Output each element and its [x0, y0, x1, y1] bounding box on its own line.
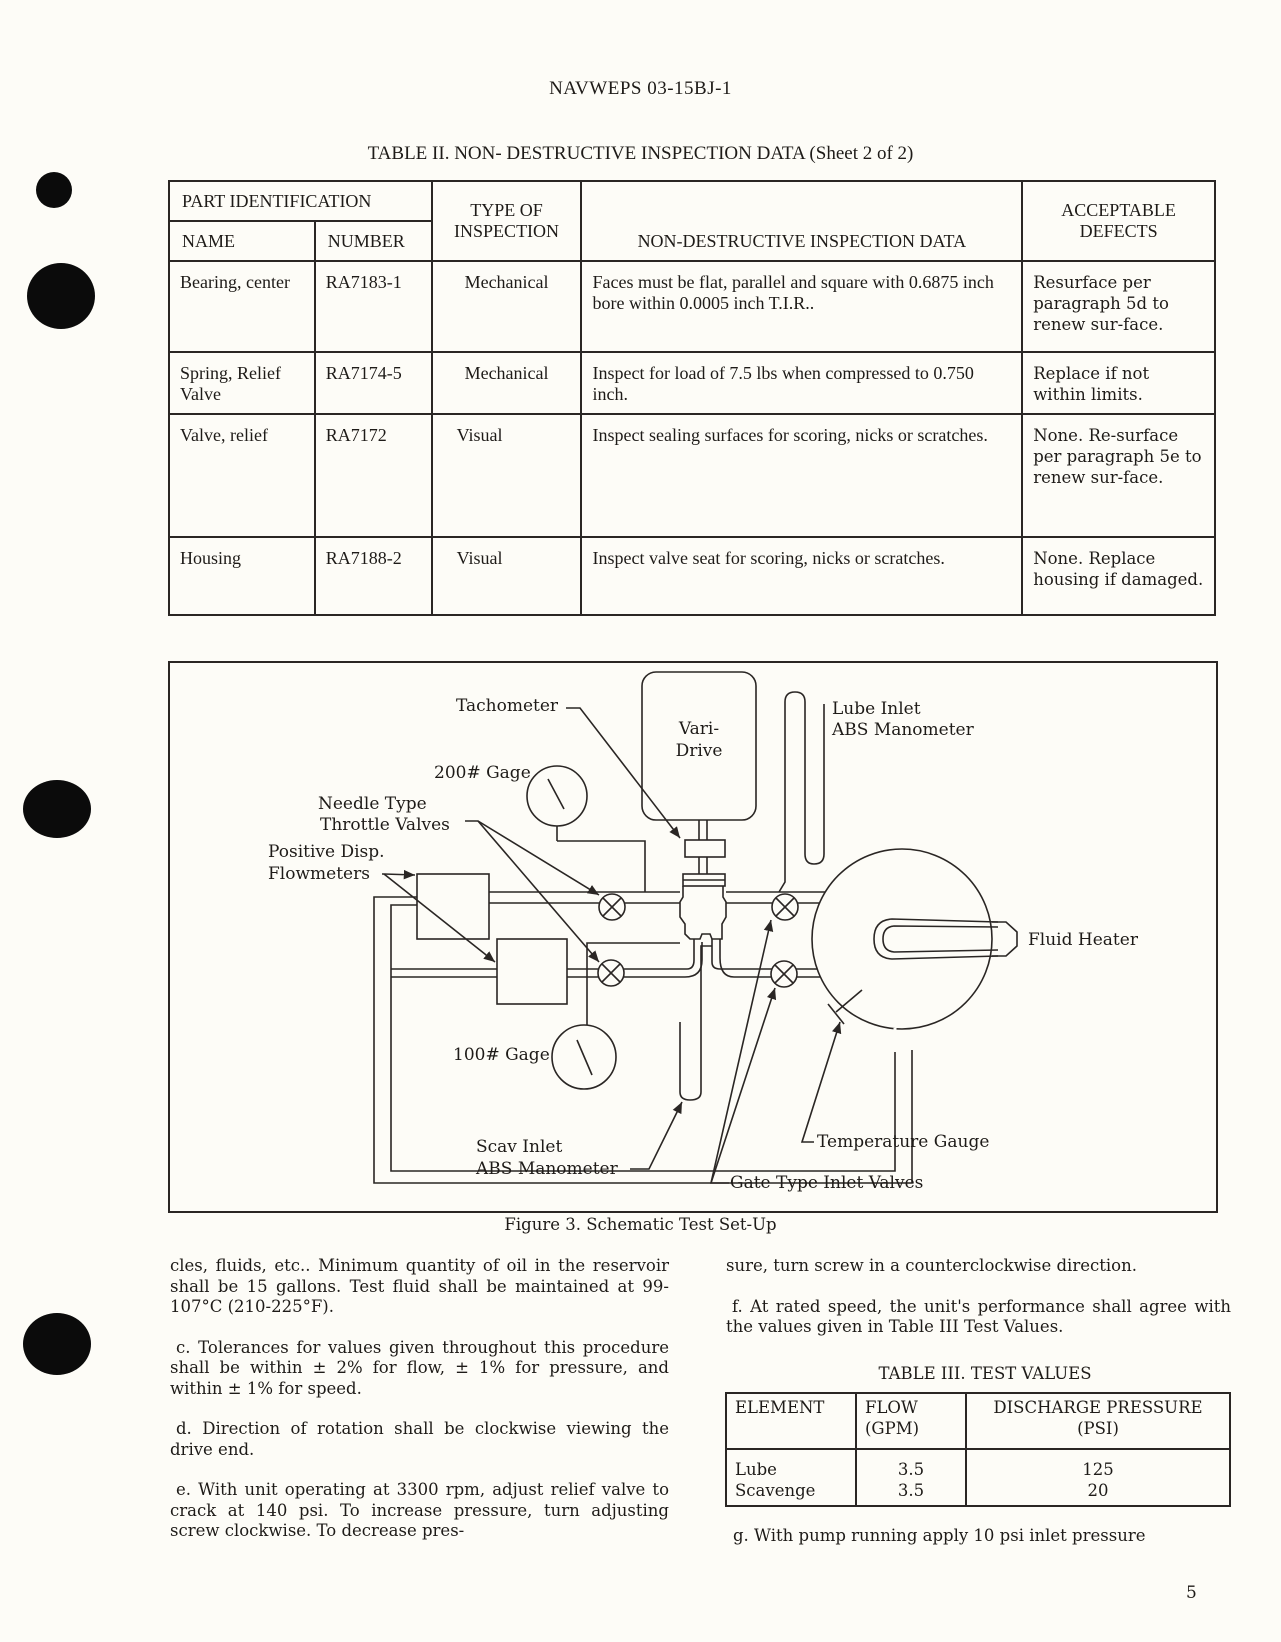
- paragraph-e: e. With unit operating at 3300 rpm, adju…: [170, 1480, 669, 1540]
- inspection-data: Faces must be flat, parallel and square …: [580, 260, 1024, 353]
- flow: 3.5: [855, 1449, 967, 1481]
- label-lube-inlet-1: Lube Inlet: [832, 699, 921, 719]
- header-name: NAME: [168, 220, 316, 262]
- label-flowmeters-1: Positive Disp.: [268, 842, 385, 862]
- leader-flowmeter-upper: [382, 869, 416, 880]
- flow: 3.5: [855, 1480, 967, 1507]
- table-row: Lube 3.5 125: [725, 1449, 1231, 1481]
- element: Lube: [725, 1449, 857, 1481]
- header-acceptable-defects: ACCEPTABLE DEFECTS: [1021, 180, 1216, 262]
- inspection-type: Visual: [430, 413, 583, 538]
- binder-hole: [27, 263, 95, 329]
- label-needle-1: Needle Type: [318, 794, 427, 814]
- page-number: 5: [1186, 1583, 1197, 1603]
- inspection-type: Mechanical: [430, 260, 583, 353]
- paragraph-c: c. Tolerances for values given throughou…: [170, 1337, 669, 1398]
- paragraph-g: g. With pump running apply 10 psi inlet …: [733, 1526, 1146, 1545]
- lube-inlet-manometer: [778, 691, 825, 893]
- throttle-valve-lower: [597, 959, 625, 987]
- test-values-table: ELEMENT FLOW (GPM) DISCHARGE PRESSURE (P…: [725, 1392, 1231, 1507]
- acceptable-defects: None. Re-surface per paragraph 5e to ren…: [1021, 413, 1216, 538]
- gate-valve-lower: [770, 960, 798, 988]
- inspection-data-table: PART IDENTIFICATION TYPE OF INSPECTION N…: [168, 180, 1216, 616]
- binder-hole: [23, 1313, 91, 1375]
- leader-temperature-gauge: [800, 1021, 842, 1143]
- label-gate-valves: Gate Type Inlet Valves: [730, 1173, 923, 1193]
- inspection-data: Inspect for load of 7.5 lbs when compres…: [580, 351, 1024, 415]
- header-type-of-inspection: TYPE OF INSPECTION: [430, 180, 583, 262]
- binder-hole: [23, 780, 91, 838]
- document-id: NAVWEPS 03-15BJ-1: [549, 78, 732, 99]
- table-row: Scavenge 3.5 20: [725, 1480, 1231, 1507]
- part-number: RA7183-1: [313, 260, 433, 353]
- figure3-frame: Tachometer Vari- Drive Lube Inlet ABS Ma…: [168, 661, 1218, 1213]
- label-lube-inlet-2: ABS Manometer: [831, 720, 975, 740]
- label-tachometer: Tachometer: [456, 696, 559, 716]
- table3-title: TABLE III. TEST VALUES: [878, 1364, 1092, 1383]
- gate-valve-upper: [771, 893, 799, 921]
- pump-body: [679, 886, 727, 940]
- header-inspection-data: NON-DESTRUCTIVE INSPECTION DATA: [580, 180, 1024, 262]
- table-row: Spring, Relief Valve RA7174-5 Mechanical…: [168, 351, 1216, 415]
- throttle-valve-upper: [598, 893, 626, 921]
- reservoir-tank: [811, 848, 993, 1030]
- acceptable-defects: Replace if not within limits.: [1021, 351, 1216, 415]
- label-temperature-gauge: Temperature Gauge: [817, 1132, 989, 1152]
- left-column: cles, fluids, etc.. Minimum quantity of …: [170, 1256, 669, 1562]
- table-row: Valve, relief RA7172 Visual Inspect seal…: [168, 413, 1216, 538]
- leader-tachometer: [566, 707, 681, 839]
- label-scav-1: Scav Inlet: [476, 1137, 562, 1157]
- part-name: Spring, Relief Valve: [168, 351, 316, 415]
- leader-gate-lower: [710, 987, 777, 1184]
- inspection-data: Inspect sealing surfaces for scoring, ni…: [580, 413, 1024, 538]
- label-vari-drive-2: Drive: [676, 741, 723, 761]
- part-name: Bearing, center: [168, 260, 316, 353]
- paragraph-d: d. Direction of rotation shall be clockw…: [170, 1419, 669, 1459]
- acceptable-defects: Resurface per paragraph 5d to renew sur-…: [1021, 260, 1216, 353]
- leader-scav-manometer: [630, 1101, 683, 1170]
- right-column: sure, turn screw in a counterclockwise d…: [726, 1256, 1231, 1358]
- paragraph-continued-right: sure, turn screw in a counterclockwise d…: [726, 1256, 1137, 1275]
- label-100-gage: 100# Gage: [453, 1045, 550, 1065]
- header-part-identification: PART IDENTIFICATION: [168, 180, 433, 222]
- element: Scavenge: [725, 1480, 857, 1507]
- binder-hole: [36, 172, 72, 208]
- table2-title: TABLE II. NON- DESTRUCTIVE INSPECTION DA…: [367, 143, 914, 164]
- label-200-gage: 200# Gage: [434, 763, 531, 783]
- pressure: 125: [965, 1449, 1231, 1481]
- part-number: RA7172: [313, 413, 433, 538]
- part-name: Housing: [168, 536, 316, 616]
- part-number: RA7174-5: [313, 351, 433, 415]
- tachometer-coupling: [684, 839, 726, 858]
- leader-flowmeter-lower: [383, 873, 496, 963]
- acceptable-defects: None. Replace housing if damaged.: [1021, 536, 1216, 616]
- table-row: Bearing, center RA7183-1 Mechanical Face…: [168, 260, 1216, 353]
- part-name: Valve, relief: [168, 413, 316, 538]
- label-needle-2: Throttle Valves: [320, 815, 450, 835]
- label-fluid-heater: Fluid Heater: [1028, 930, 1139, 950]
- label-flowmeters-2: Flowmeters: [268, 864, 370, 884]
- pressure: 20: [965, 1480, 1231, 1507]
- label-scav-2: ABS Manometer: [475, 1159, 619, 1179]
- table-row: Housing RA7188-2 Visual Inspect valve se…: [168, 536, 1216, 616]
- inspection-type: Mechanical: [430, 351, 583, 415]
- paragraph-continued: cles, fluids, etc.. Minimum quantity of …: [170, 1256, 669, 1316]
- label-vari-drive-1: Vari-: [678, 719, 719, 739]
- paragraph-f: f. At rated speed, the unit's performanc…: [726, 1296, 1231, 1337]
- paragraph-g-block: g. With pump running apply 10 psi inlet …: [733, 1526, 1231, 1567]
- header-discharge-pressure: DISCHARGE PRESSURE (PSI): [965, 1392, 1231, 1450]
- flowmeter-lower: [496, 938, 568, 1005]
- header-number: NUMBER: [313, 220, 433, 262]
- inspection-data: Inspect valve seat for scoring, nicks or…: [580, 536, 1024, 616]
- header-flow: FLOW (GPM): [855, 1392, 967, 1450]
- schematic-diagram: Tachometer Vari- Drive Lube Inlet ABS Ma…: [268, 671, 1139, 1193]
- part-number: RA7188-2: [313, 536, 433, 616]
- figure3-caption: Figure 3. Schematic Test Set-Up: [504, 1215, 777, 1234]
- inspection-type: Visual: [430, 536, 583, 616]
- header-element: ELEMENT: [725, 1392, 857, 1450]
